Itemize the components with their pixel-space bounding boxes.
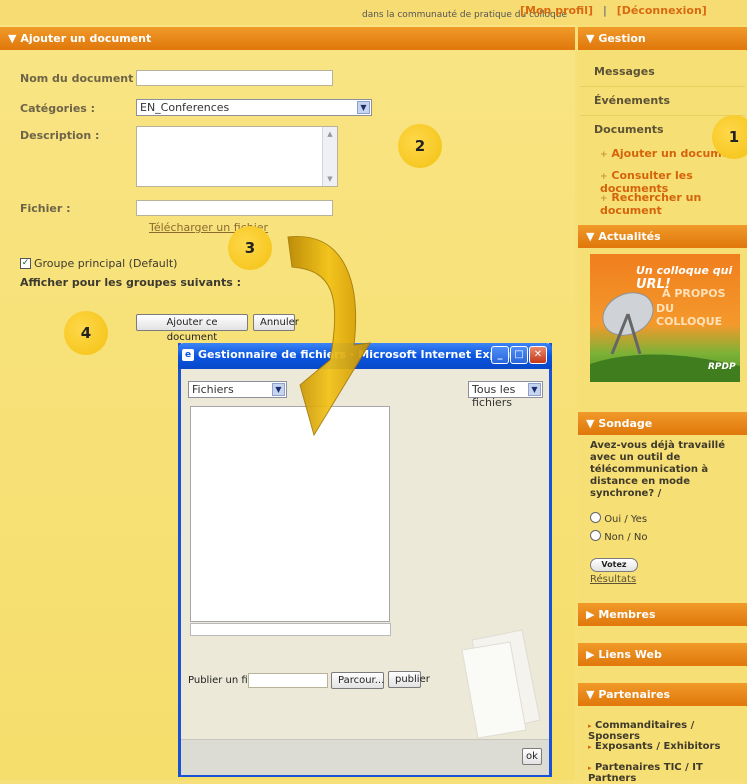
triangle-down-icon: ▼ [586, 688, 595, 701]
poll-option-label: Oui / Yes [604, 514, 648, 525]
sondage-title: Sondage [598, 417, 653, 430]
callout-badge-3: 3 [228, 226, 272, 270]
banner-line2: À PROPOS [662, 287, 726, 300]
description-textarea[interactable]: ▲ ▼ [136, 126, 338, 187]
membres-header[interactable]: ▶ Membres [578, 603, 747, 626]
filter-select[interactable]: Tous les fichiers ▼ [468, 381, 543, 409]
gestion-title: Gestion [598, 32, 646, 45]
document-name-input[interactable] [136, 70, 333, 86]
curved-arrow-icon [287, 235, 371, 437]
poll-results-link[interactable]: Résultats [590, 574, 636, 585]
name-label: Nom du document : [20, 72, 142, 85]
partner-link-label: Exposants / Exhibitors [595, 741, 721, 752]
plus-icon: + [600, 172, 608, 182]
divider [580, 115, 745, 116]
triangle-right-icon: ▸ [588, 764, 592, 772]
chevron-down-icon: ▼ [528, 383, 541, 396]
membres-title: Membres [598, 608, 656, 621]
maximize-icon[interactable]: □ [510, 346, 528, 364]
profile-link[interactable]: [Mon profil] [520, 4, 593, 17]
chevron-down-icon: ▼ [357, 101, 370, 114]
publish-file-input[interactable] [248, 673, 328, 688]
file-input[interactable] [136, 200, 333, 216]
ok-button[interactable]: ok [522, 748, 542, 765]
radio-icon[interactable] [590, 512, 601, 523]
liens-title: Liens Web [598, 648, 662, 661]
poll-question: Avez-vous déjà travaillé avec un outil d… [590, 440, 725, 499]
add-document-button[interactable]: Ajouter ce document [136, 314, 248, 343]
divider [580, 86, 745, 87]
actualites-title: Actualités [598, 230, 661, 243]
user-links: [Mon profil] | [Déconnexion] [520, 4, 707, 17]
close-icon[interactable]: ✕ [529, 346, 547, 364]
other-groups-label: Afficher pour les groupes suivants : [20, 276, 241, 289]
partenaires-title: Partenaires [598, 688, 671, 701]
actualites-header[interactable]: ▼ Actualités [578, 225, 747, 248]
sidebar-item-documents[interactable]: Documents [594, 123, 664, 136]
description-scrollbar[interactable]: ▲ ▼ [322, 127, 337, 186]
top-bar: dans la communauté de pratique du colloq… [0, 0, 747, 25]
section-header: ▼ Ajouter un document [0, 27, 575, 50]
triangle-right-icon: ▸ [588, 743, 592, 751]
sondage-header[interactable]: ▼ Sondage [578, 412, 747, 435]
ie-icon: e [182, 349, 194, 361]
partner-link-sponsors[interactable]: ▸ Commanditaires / Sponsers [588, 720, 747, 742]
partner-link-it[interactable]: ▸ Partenaires TIC / IT Partners [588, 762, 747, 784]
gestion-header[interactable]: ▼ Gestion [578, 27, 747, 50]
file-label: Fichier : [20, 202, 71, 215]
publish-button[interactable]: publier [388, 671, 430, 688]
document-stack-icon [461, 629, 541, 739]
liens-web-header[interactable]: ▶ Liens Web [578, 643, 747, 666]
sublink-label: Rechercher un document [600, 191, 702, 217]
triangle-down-icon: ▼ [8, 32, 17, 45]
dialog-footer [181, 739, 549, 775]
section-title: Ajouter un document [20, 32, 152, 45]
triangle-right-icon: ▶ [586, 648, 595, 661]
partner-link-label: Commanditaires / Sponsers [588, 720, 695, 742]
banner-logo: RPDP [708, 362, 736, 372]
category-select[interactable]: EN_Conferences ▼ [136, 99, 372, 116]
poll-option-yes[interactable]: Oui / Yes [590, 512, 647, 525]
main-group-checkbox[interactable]: ✓ [20, 258, 31, 269]
colloque-banner[interactable]: Un colloque qui URL! À PROPOS DU COLLOQU… [590, 254, 740, 382]
main-group-label: Groupe principal (Default) [34, 257, 178, 270]
callout-badge-4: 4 [64, 311, 108, 355]
plus-icon: + [600, 194, 608, 204]
category-value: EN_Conferences [140, 101, 230, 114]
triangle-down-icon: ▼ [586, 32, 595, 45]
description-label: Description : [20, 129, 100, 142]
triangle-down-icon: ▼ [586, 417, 595, 430]
banner-line1: Un colloque qui [636, 264, 733, 277]
sidebar-item-messages[interactable]: Messages [594, 65, 655, 78]
link-separator: | [602, 4, 607, 17]
folder-select-value: Fichiers [192, 383, 234, 396]
selected-file-field[interactable] [190, 623, 391, 636]
callout-badge-2: 2 [398, 124, 442, 168]
vote-button[interactable]: Votez [590, 558, 638, 572]
poll-option-label: Non / No [604, 532, 648, 543]
partner-link-exhibitors[interactable]: ▸ Exposants / Exhibitors [588, 741, 720, 752]
triangle-right-icon: ▸ [588, 722, 592, 730]
sidebar-item-events[interactable]: Événements [594, 94, 670, 107]
triangle-down-icon: ▼ [586, 230, 595, 243]
logout-link[interactable]: [Déconnexion] [617, 4, 707, 17]
scroll-up-icon[interactable]: ▲ [324, 128, 336, 140]
poll-option-no[interactable]: Non / No [590, 530, 647, 543]
banner-line3: DU COLLOQUE [656, 302, 723, 328]
filter-select-value: Tous les fichiers [472, 383, 516, 409]
sidebar-sublink-search[interactable]: + Rechercher un document [600, 191, 747, 217]
browse-button[interactable]: Parcour... [331, 672, 384, 689]
plus-icon: + [600, 150, 608, 160]
radio-icon[interactable] [590, 530, 601, 541]
scroll-down-icon[interactable]: ▼ [324, 173, 336, 185]
partner-link-label: Partenaires TIC / IT Partners [588, 762, 703, 784]
partenaires-header[interactable]: ▼ Partenaires [578, 683, 747, 706]
category-label: Catégories : [20, 102, 96, 115]
minimize-icon[interactable]: _ [491, 346, 509, 364]
triangle-right-icon: ▶ [586, 608, 595, 621]
